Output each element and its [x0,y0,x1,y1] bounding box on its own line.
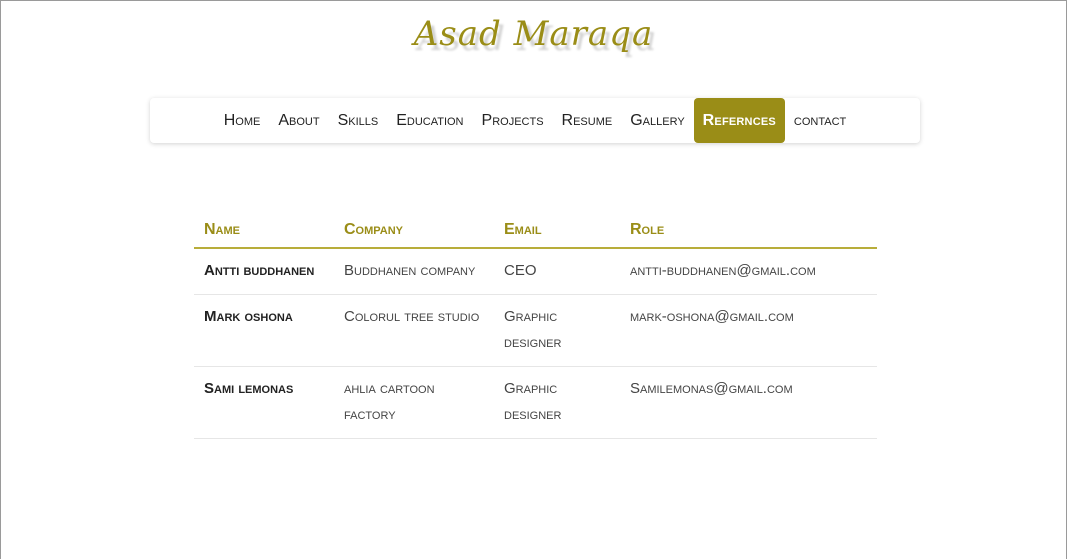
nav-item-contact[interactable]: contact [785,98,855,143]
nav-item-home[interactable]: Home [215,98,270,143]
nav-item-projects[interactable]: Projects [473,98,553,143]
references-table: Name Company Email Role Antti buddhanen … [194,213,877,439]
cell-role: CEO [494,248,620,295]
cell-email: Samilemonas@gmail.com [620,366,877,439]
column-header-email: Email [494,213,620,249]
table-row: Antti buddhanen Buddhanen company CEO an… [194,248,877,295]
cell-email: antti-buddhanen@gmail.com [620,248,877,295]
cell-name: Antti buddhanen [194,248,334,295]
cell-email: mark-oshona@gmail.com [620,294,877,367]
table-row: Mark oshona Colorul tree studio Graphic … [194,294,877,367]
nav-item-about[interactable]: About [269,98,328,143]
cell-company: ahlia cartoon factory [334,366,494,439]
cell-name: Sami lemonas [194,366,334,439]
column-header-role: Role [620,213,877,249]
table-row: Sami lemonas ahlia cartoon factory Graph… [194,366,877,439]
table-header-row: Name Company Email Role [194,213,877,249]
cell-company: Buddhanen company [334,248,494,295]
nav-item-skills[interactable]: Skills [329,98,388,143]
cell-name: Mark oshona [194,294,334,367]
nav-item-gallery[interactable]: Gallery [621,98,693,143]
nav-item-resume[interactable]: Resume [553,98,622,143]
main-nav: Home About Skills Education Projects Res… [150,98,920,143]
column-header-company: Company [334,213,494,249]
cell-company: Colorul tree studio [334,294,494,367]
cell-role: Graphic designer [494,366,620,439]
nav-item-references[interactable]: Refernces [693,98,785,143]
nav-item-education[interactable]: Education [387,98,472,143]
cell-role: Graphic designer [494,294,620,367]
site-logo[interactable]: Asad Maraqa [0,14,1067,54]
column-header-name: Name [194,213,334,249]
